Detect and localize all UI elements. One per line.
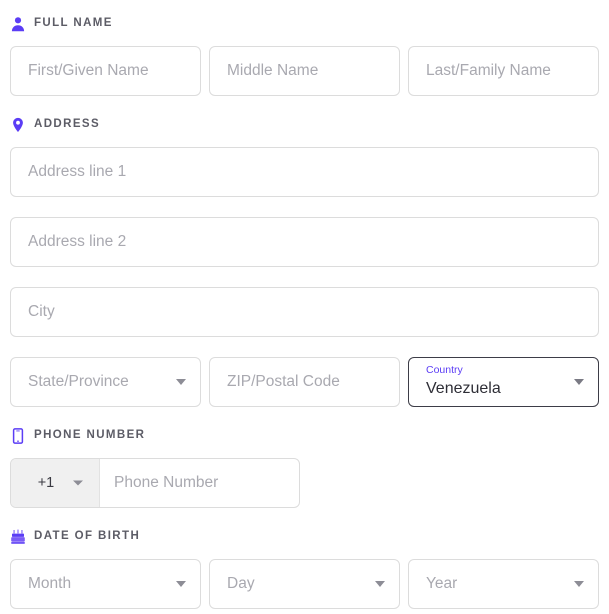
first-name-placeholder: First/Given Name — [28, 63, 149, 79]
field-wrap-last-name: Last/Family Name — [408, 46, 599, 96]
section-title-full-name: FULL NAME — [34, 17, 113, 30]
chevron-down-icon — [176, 581, 186, 587]
first-name-input[interactable]: First/Given Name — [10, 46, 201, 96]
chevron-down-icon — [574, 379, 584, 385]
phone-number-group: +1 Phone Number — [10, 458, 300, 508]
address-line-1-placeholder: Address line 1 — [28, 164, 127, 180]
field-wrap-country: Country Venezuela — [408, 357, 599, 407]
country-select[interactable]: Country Venezuela — [408, 357, 599, 407]
row-address-line-2: Address line 2 — [10, 217, 599, 267]
country-value: Venezuela — [426, 379, 501, 397]
section-title-date-of-birth: DATE OF BIRTH — [34, 530, 141, 543]
section-title-address: ADDRESS — [34, 118, 101, 131]
row-full-name: First/Given Name Middle Name Last/Family… — [10, 46, 599, 96]
city-placeholder: City — [28, 304, 55, 320]
chevron-down-icon — [375, 581, 385, 587]
phone-number-input[interactable]: Phone Number — [100, 459, 299, 507]
section-header-address: ADDRESS — [10, 113, 599, 137]
smartphone-icon — [10, 428, 26, 444]
field-wrap-zip: ZIP/Postal Code — [209, 357, 400, 407]
last-name-input[interactable]: Last/Family Name — [408, 46, 599, 96]
field-wrap-address-line-2: Address line 2 — [10, 217, 599, 267]
person-icon — [10, 16, 26, 32]
chevron-down-icon — [176, 379, 186, 385]
address-line-2-placeholder: Address line 2 — [28, 234, 127, 250]
birth-day-placeholder: Day — [227, 576, 255, 592]
location-pin-icon — [10, 117, 26, 133]
zip-postal-code-placeholder: ZIP/Postal Code — [227, 374, 340, 390]
phone-country-code-select[interactable]: +1 — [11, 459, 100, 507]
row-address-line-1: Address line 1 — [10, 147, 599, 197]
field-wrap-state: State/Province — [10, 357, 201, 407]
state-province-select[interactable]: State/Province — [10, 357, 201, 407]
phone-country-code-value: +1 — [37, 474, 55, 491]
section-header-phone-number: PHONE NUMBER — [10, 424, 599, 448]
profile-form: FULL NAME First/Given Name Middle Name L… — [0, 12, 609, 609]
row-state-zip-country: State/Province ZIP/Postal Code Country V… — [10, 357, 599, 407]
row-phone-number: +1 Phone Number — [10, 458, 599, 508]
chevron-down-icon — [574, 581, 584, 587]
field-wrap-address-line-1: Address line 1 — [10, 147, 599, 197]
address-line-1-input[interactable]: Address line 1 — [10, 147, 599, 197]
zip-postal-code-input[interactable]: ZIP/Postal Code — [209, 357, 400, 407]
country-label: Country — [426, 364, 463, 376]
section-title-phone-number: PHONE NUMBER — [34, 429, 146, 442]
last-name-placeholder: Last/Family Name — [426, 63, 551, 79]
middle-name-placeholder: Middle Name — [227, 63, 319, 79]
section-header-full-name: FULL NAME — [10, 12, 599, 36]
phone-number-placeholder: Phone Number — [114, 474, 219, 492]
address-line-2-input[interactable]: Address line 2 — [10, 217, 599, 267]
chevron-down-icon — [73, 480, 83, 486]
city-input[interactable]: City — [10, 287, 599, 337]
field-wrap-city: City — [10, 287, 599, 337]
birth-year-placeholder: Year — [426, 576, 458, 592]
state-province-placeholder: State/Province — [28, 374, 129, 390]
section-header-date-of-birth: DATE OF BIRTH — [10, 525, 599, 549]
field-wrap-first-name: First/Given Name — [10, 46, 201, 96]
middle-name-input[interactable]: Middle Name — [209, 46, 400, 96]
field-wrap-middle-name: Middle Name — [209, 46, 400, 96]
birthday-cake-icon — [10, 529, 26, 545]
row-city: City — [10, 287, 599, 337]
birth-month-placeholder: Month — [28, 576, 72, 592]
